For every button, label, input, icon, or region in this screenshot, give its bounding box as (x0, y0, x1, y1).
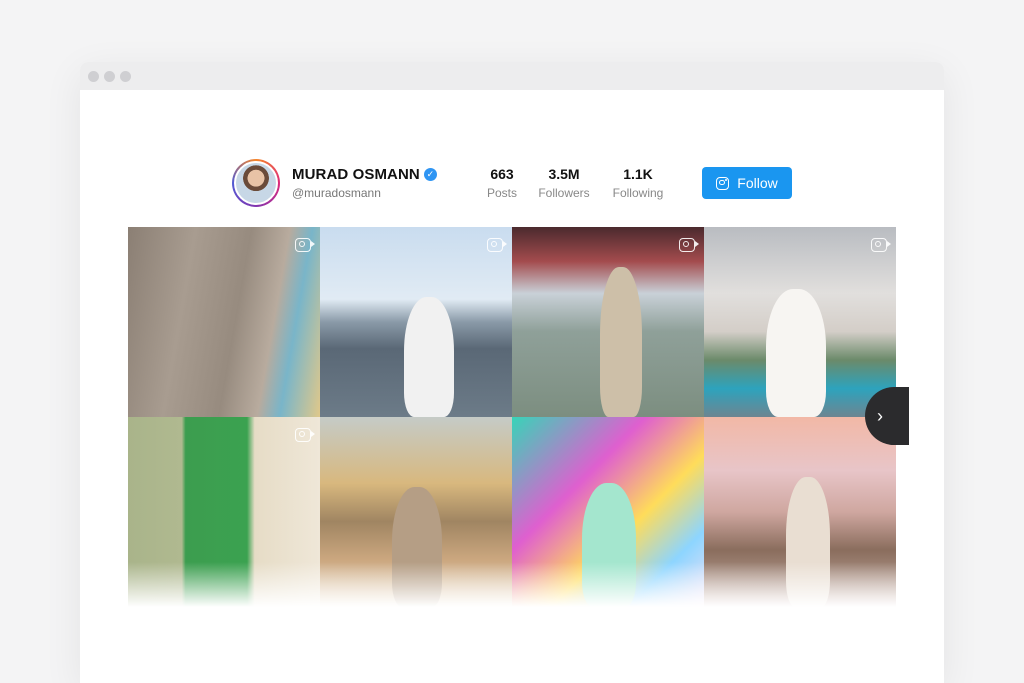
chevron-right-icon: › (877, 405, 883, 426)
stat-posts-value: 663 (490, 166, 514, 182)
post-figure (766, 289, 826, 417)
post-tile-3[interactable] (512, 227, 704, 417)
profile-name[interactable]: MURAD OSMANN (292, 166, 420, 183)
window-close-dot[interactable] (88, 70, 99, 82)
stat-following-value: 1.1K (623, 166, 653, 182)
post-grid (128, 227, 896, 607)
stat-posts: 663 Posts (484, 166, 520, 200)
window-titlebar (80, 62, 944, 90)
post-tile-4[interactable] (704, 227, 896, 417)
grid-fade-overlay (128, 562, 896, 607)
stat-followers: 3.5M Followers (535, 166, 593, 200)
window-maximize-dot[interactable] (120, 70, 131, 82)
post-tile-1[interactable] (128, 227, 320, 417)
follow-button-label: Follow (737, 175, 778, 191)
post-figure (404, 297, 454, 417)
video-icon (295, 428, 315, 442)
video-icon (487, 238, 507, 252)
browser-window: MURAD OSMANN ✓ @muradosmann 663 Posts 3.… (80, 62, 944, 683)
stat-followers-value: 3.5M (548, 166, 580, 182)
profile-handle[interactable]: @muradosmann (292, 186, 462, 200)
follow-button[interactable]: Follow (702, 167, 792, 199)
stat-posts-label: Posts (486, 186, 517, 200)
verified-check-icon: ✓ (423, 168, 437, 181)
video-icon (871, 238, 891, 252)
stat-following: 1.1K Following (608, 166, 668, 200)
stat-following-label: Following (612, 186, 664, 200)
profile-header: MURAD OSMANN ✓ @muradosmann 663 Posts 3.… (232, 157, 802, 209)
avatar[interactable] (232, 159, 280, 207)
instagram-icon (716, 176, 730, 190)
profile-names: MURAD OSMANN ✓ @muradosmann (292, 166, 462, 200)
post-tile-2[interactable] (320, 227, 512, 417)
window-minimize-dot[interactable] (104, 70, 115, 82)
avatar-image (234, 161, 278, 205)
video-icon (679, 238, 699, 252)
stat-followers-label: Followers (538, 186, 590, 200)
post-figure (600, 267, 642, 417)
video-icon (295, 238, 315, 252)
